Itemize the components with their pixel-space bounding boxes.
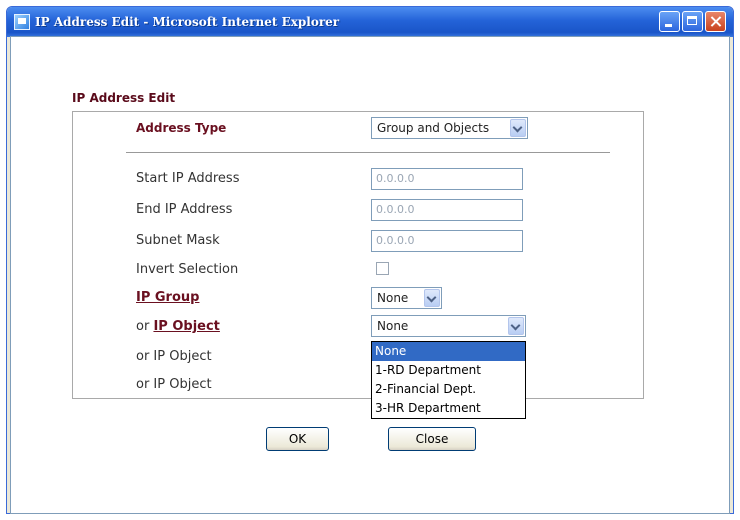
ip-object-1-label: or IP Object: [136, 319, 220, 334]
chevron-down-icon[interactable]: [510, 119, 526, 137]
ip-object-2-label: or IP Object: [136, 349, 212, 364]
address-type-label: Address Type: [136, 121, 227, 135]
dropdown-option[interactable]: 1-RD Department: [372, 361, 525, 380]
address-type-select[interactable]: Group and Objects: [371, 117, 528, 139]
start-ip-label: Start IP Address: [136, 171, 240, 186]
end-ip-label: End IP Address: [136, 202, 233, 217]
start-ip-input[interactable]: 0.0.0.0: [371, 168, 523, 190]
page-heading: IP Address Edit: [72, 91, 176, 105]
window-title: IP Address Edit - Microsoft Internet Exp…: [35, 15, 340, 29]
invert-selection-label: Invert Selection: [136, 262, 239, 277]
ie-window-icon: [14, 14, 30, 30]
dropdown-option[interactable]: 3-HR Department: [372, 399, 525, 418]
maximize-button[interactable]: [682, 11, 703, 32]
ip-object-3-label: or IP Object: [136, 377, 212, 392]
subnet-mask-input[interactable]: 0.0.0.0: [371, 230, 523, 252]
close-window-button[interactable]: [705, 11, 726, 32]
ip-object-1-select[interactable]: None: [371, 315, 526, 337]
chevron-down-icon[interactable]: [424, 289, 440, 307]
ip-object-link[interactable]: IP Object: [153, 319, 219, 334]
subnet-mask-label: Subnet Mask: [136, 233, 220, 248]
divider: [126, 152, 610, 153]
title-bar[interactable]: IP Address Edit - Microsoft Internet Exp…: [7, 7, 733, 37]
address-type-value: Group and Objects: [377, 121, 490, 135]
dropdown-option[interactable]: None: [372, 342, 525, 361]
ip-object-1-prefix: or: [136, 319, 150, 334]
close-button[interactable]: Close: [388, 427, 476, 451]
ip-group-select[interactable]: None: [371, 287, 442, 309]
chevron-down-icon[interactable]: [508, 317, 524, 335]
ip-object-1-value: None: [377, 319, 409, 333]
minimize-button[interactable]: [659, 11, 680, 32]
ok-button[interactable]: OK: [266, 427, 329, 451]
ip-group-value: None: [377, 291, 409, 305]
ip-group-label: IP Group: [136, 290, 199, 305]
ip-group-link[interactable]: IP Group: [136, 290, 199, 305]
end-ip-input[interactable]: 0.0.0.0: [371, 199, 523, 221]
ip-object-dropdown-list: None 1-RD Department 2-Financial Dept. 3…: [371, 341, 526, 419]
invert-selection-checkbox[interactable]: [376, 262, 389, 275]
dropdown-option[interactable]: 2-Financial Dept.: [372, 380, 525, 399]
